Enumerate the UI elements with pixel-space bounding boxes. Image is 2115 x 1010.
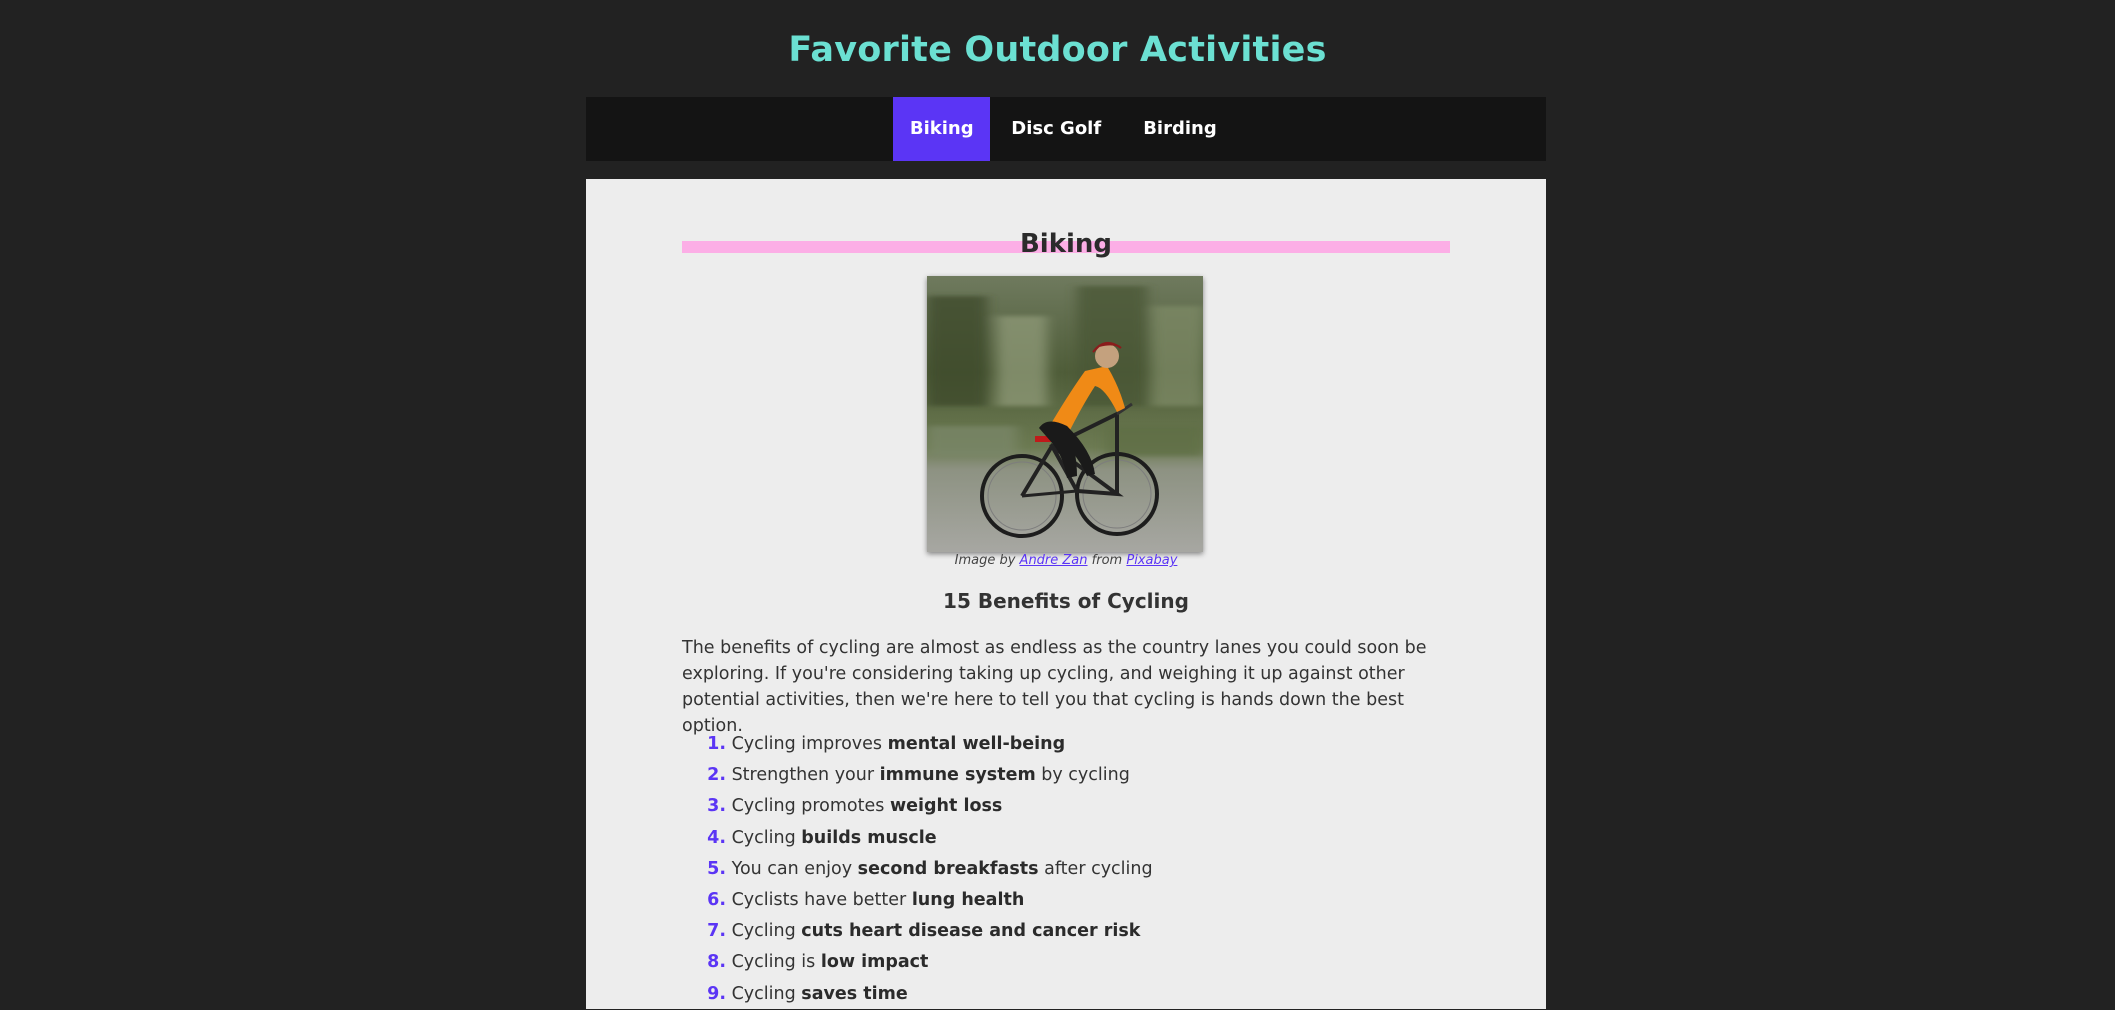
list-item: 6. Cyclists have better lung health: [682, 885, 1450, 916]
nav-tab-disc-golf[interactable]: Disc Golf: [990, 97, 1121, 161]
list-item: 7. Cycling cuts heart disease and cancer…: [682, 916, 1450, 947]
list-number: 2.: [707, 765, 726, 786]
item-text: Cycling is: [731, 952, 816, 973]
item-text-after: by cycling: [1041, 765, 1130, 786]
item-bold: immune system: [879, 765, 1036, 786]
item-text: Cyclists have better: [731, 889, 907, 910]
list-item: 8. Cycling is low impact: [682, 947, 1450, 978]
source-link[interactable]: Pixabay: [1126, 553, 1177, 568]
main-content-panel: Biking Image by Andre Zan from Pixabay 1…: [586, 179, 1546, 1009]
nav-tab-birding[interactable]: Birding: [1121, 97, 1239, 161]
list-item: 1. Cycling improves mental well-being: [682, 729, 1450, 760]
item-text: Cycling: [731, 921, 796, 942]
intro-paragraph: The benefits of cycling are almost as en…: [682, 638, 1427, 736]
benefits-heading: 15 Benefits of Cycling: [943, 589, 1189, 613]
list-number: 7.: [707, 921, 726, 942]
cyclist-photo: [927, 276, 1203, 552]
nav-tab-biking[interactable]: Biking: [893, 97, 991, 161]
caption-prefix: Image by: [954, 553, 1016, 568]
list-number: 9.: [707, 983, 726, 1004]
list-number: 8.: [707, 952, 726, 973]
list-number: 1.: [707, 734, 726, 754]
page-heading: Biking: [1019, 229, 1113, 259]
list-item: 5. You can enjoy second breakfasts after…: [682, 854, 1450, 885]
site-title: Favorite Outdoor Activities: [788, 30, 1327, 70]
item-text: Cycling: [731, 827, 796, 848]
item-bold: weight loss: [889, 796, 1003, 817]
item-bold: cuts heart disease and cancer risk: [801, 921, 1141, 942]
image-caption: Image by Andre Zan from Pixabay: [682, 553, 1450, 568]
item-bold: builds muscle: [801, 827, 937, 848]
item-text: Cycling promotes: [731, 796, 885, 817]
item-bold: saves time: [801, 983, 908, 1004]
list-number: 3.: [707, 796, 726, 817]
list-item: 4. Cycling builds muscle: [682, 823, 1450, 854]
item-bold: mental well-being: [887, 734, 1066, 754]
section-heading: Biking: [682, 224, 1450, 264]
list-number: 4.: [707, 827, 726, 848]
item-text: Cycling improves: [731, 734, 883, 754]
list-item: 9. Cycling saves time: [682, 979, 1450, 1010]
item-bold: lung health: [911, 889, 1025, 910]
item-text: Cycling: [731, 983, 796, 1004]
caption-middle: from: [1091, 553, 1123, 568]
list-item: 3. Cycling promotes weight loss: [682, 791, 1450, 822]
benefits-list: 1. Cycling improves mental well-being 2.…: [682, 729, 1450, 1010]
item-text-after: after cycling: [1044, 858, 1153, 879]
item-bold: second breakfasts: [857, 858, 1039, 879]
item-text: You can enjoy: [731, 858, 853, 879]
item-text: Strengthen your: [731, 765, 875, 786]
author-link[interactable]: Andre Zan: [1020, 553, 1088, 568]
list-number: 5.: [707, 858, 726, 879]
list-item: 2. Strengthen your immune system by cycl…: [682, 760, 1450, 791]
item-bold: low impact: [820, 952, 929, 973]
list-number: 6.: [707, 889, 726, 910]
main-nav: Biking Disc Golf Birding: [586, 97, 1546, 161]
